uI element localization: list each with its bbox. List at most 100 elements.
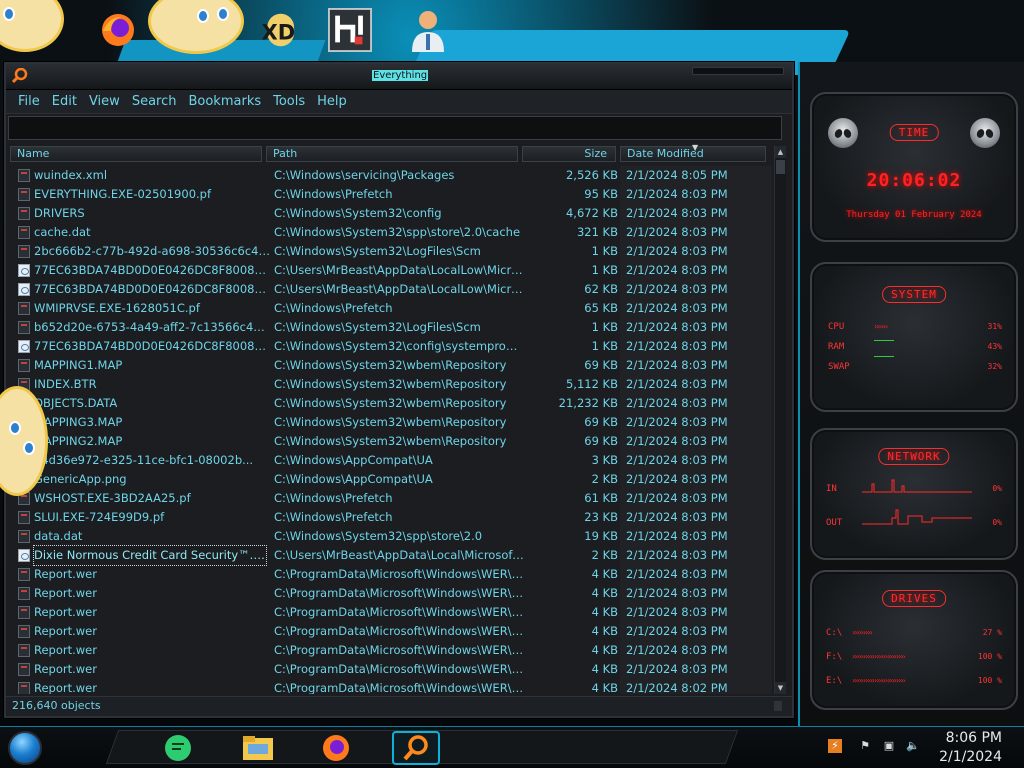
table-row[interactable]: DRIVERS C:\Windows\System32\config 4,672 K… [10,204,772,223]
file-icon [18,264,30,277]
file-size: 19 KB [584,529,618,543]
table-row[interactable]: 2bc666b2-c77b-492d-a698-30536c6c4d42 C:\W… [10,242,772,261]
taskbar-everything[interactable] [392,731,440,765]
doctor-avatar-desktop-icon[interactable] [406,8,450,52]
table-row[interactable]: INDEX.BTR C:\Windows\System32\wbem\Reposi… [10,375,772,394]
scroll-thumb[interactable] [776,160,785,174]
file-icon [18,587,30,600]
table-row[interactable]: MAPPING3.MAP C:\Windows\System32\wbem\Rep… [10,413,772,432]
tray-network-icon[interactable]: ▣ [882,739,896,753]
taskbar-file-explorer[interactable] [240,731,276,765]
table-row[interactable]: Report.wer C:\ProgramData\Microsoft\Windo… [10,603,772,622]
table-row[interactable]: Report.wer C:\ProgramData\Microsoft\Windo… [10,584,772,603]
menu-tools[interactable]: Tools [267,94,311,109]
table-row[interactable]: WSHOST.EXE-3BD2AA25.pf C:\Windows\Prefetc… [10,489,772,508]
file-name: Report.wer [34,586,97,600]
file-path: C:\Users\MrBeast\AppData\LocalLow\Micros… [274,263,524,277]
table-row[interactable]: SLUI.EXE-724E99D9.pf C:\Windows\Prefetch 2… [10,508,772,527]
table-row[interactable]: b652d20e-6753-4a49-aff2-7c13566c4698 C:\W… [10,318,772,337]
file-date: 2/1/2024 8:03 PM [626,320,728,334]
file-name: MAPPING2.MAP [34,434,123,448]
file-name: cache.dat [34,225,91,239]
file-icon [18,663,30,676]
maze-game-desktop-icon[interactable] [328,8,372,52]
file-size: 4 KB [591,586,618,600]
table-row[interactable]: data.dat C:\Windows\System32\spp\store\2.… [10,527,772,546]
tray-app-icon[interactable]: ⚡ [828,739,842,753]
scroll-up-icon[interactable]: ▲ [775,146,786,158]
menu-bookmarks[interactable]: Bookmarks [182,94,267,109]
file-size: 69 KB [584,415,618,429]
file-size: 4 KB [591,567,618,581]
table-row[interactable]: GenericApp.png C:\Windows\AppCompat\UA 2 K… [10,470,772,489]
file-date: 2/1/2024 8:03 PM [626,206,728,220]
taskbar-firefox[interactable] [318,731,354,765]
file-date: 2/1/2024 8:03 PM [626,339,728,353]
table-row[interactable]: Dixie Normous Credit Card Security™.exe.… [10,545,772,566]
vertical-scrollbar[interactable]: ▲ ▼ [774,146,786,694]
file-path: C:\Windows\System32\wbem\Repository [274,396,507,410]
file-date: 2/1/2024 8:03 PM [626,434,728,448]
menu-edit[interactable]: Edit [46,94,83,109]
swap-line-icon [874,356,894,357]
folder-icon [243,736,273,760]
menu-search[interactable]: Search [126,94,183,109]
xd-desktop-icon[interactable]: XD [252,8,296,52]
table-row[interactable]: MAPPING2.MAP C:\Windows\System32\wbem\Rep… [10,432,772,451]
network-title: NETWORK [878,448,950,465]
menu-view[interactable]: View [83,94,126,109]
file-name: Report.wer [34,681,97,694]
table-row[interactable]: wuindex.xml C:\Windows\servicing\Packages… [10,166,772,185]
table-row[interactable]: Report.wer C:\ProgramData\Microsoft\Windo… [10,679,772,694]
table-row[interactable]: Report.wer C:\ProgramData\Microsoft\Windo… [10,622,772,641]
table-row[interactable]: EVERYTHING.EXE-02501900.pf C:\Windows\Pre… [10,185,772,204]
start-button[interactable] [8,731,42,765]
file-date: 2/1/2024 8:03 PM [626,605,728,619]
drive-f-label: F:\ [826,652,843,662]
file-icon [18,606,30,619]
table-row[interactable]: WMIPRVSE.EXE-1628051C.pf C:\Windows\Prefe… [10,299,772,318]
column-header-path[interactable]: Path [266,146,518,162]
table-row[interactable]: 77EC63BDA74BD0D0E0426DC8F8008506 C:\Users… [10,280,772,299]
resize-grip-icon[interactable] [774,701,782,711]
file-name: EVERYTHING.EXE-02501900.pf [34,187,212,201]
menu-file[interactable]: File [12,94,46,109]
file-size: 21,232 KB [558,396,618,410]
file-name: MAPPING3.MAP [34,415,123,429]
table-row[interactable]: Report.wer C:\ProgramData\Microsoft\Windo… [10,565,772,584]
table-row[interactable]: 77EC63BDA74BD0D0E0426DC8F8008506 C:\Users… [10,261,772,280]
table-row[interactable]: Report.wer C:\ProgramData\Microsoft\Windo… [10,641,772,660]
firefox-desktop-icon[interactable] [96,8,140,52]
ram-line-icon [874,340,894,341]
file-date: 2/1/2024 8:03 PM [626,567,728,581]
file-icon [18,682,30,694]
table-row[interactable]: Report.wer C:\ProgramData\Microsoft\Windo… [10,660,772,679]
file-date: 2/1/2024 8:03 PM [626,244,728,258]
table-row[interactable]: {4d36e972-e325-11ce-bfc1-08002b... C:\Win… [10,451,772,470]
scroll-down-icon[interactable]: ▼ [775,682,786,694]
file-size: 95 KB [584,187,618,201]
column-header-name[interactable]: Name [10,146,262,162]
table-row[interactable]: MAPPING1.MAP C:\Windows\System32\wbem\Rep… [10,356,772,375]
title-bar[interactable]: Everything [6,64,792,90]
table-row[interactable]: OBJECTS.DATA C:\Windows\System32\wbem\Rep… [10,394,772,413]
file-path: C:\ProgramData\Microsoft\Windows\WER\Rep… [274,681,524,694]
file-date: 2/1/2024 8:03 PM [626,643,728,657]
network-out-value: 0% [992,518,1002,527]
file-icon [18,226,30,239]
search-input[interactable] [8,116,782,140]
file-path: C:\Windows\System32\wbem\Repository [274,434,507,448]
table-row[interactable]: cache.dat C:\Windows\System32\spp\store\2… [10,223,772,242]
alien-head-icon [970,118,1000,148]
column-header-size[interactable]: Size [522,146,616,162]
drives-gadget: DRIVES C:\ ››››››››› 27 % F:\ ››››››››››… [810,570,1018,710]
tray-flag-icon[interactable]: ⚑ [858,739,872,753]
table-row[interactable]: 77EC63BDA74BD0D0E0426DC8F8008506 C:\Windo… [10,337,772,356]
file-date: 2/1/2024 8:03 PM [626,453,728,467]
drive-f-bar-icon: ›››››››››››››››››››››››› [852,652,906,661]
taskbar-notes-app[interactable] [160,731,196,765]
taskbar-clock[interactable]: 8:06 PM 2/1/2024 [939,729,1002,767]
tray-volume-icon[interactable]: 🔈 [906,739,920,753]
file-name: Report.wer [34,567,97,581]
menu-help[interactable]: Help [311,94,353,109]
